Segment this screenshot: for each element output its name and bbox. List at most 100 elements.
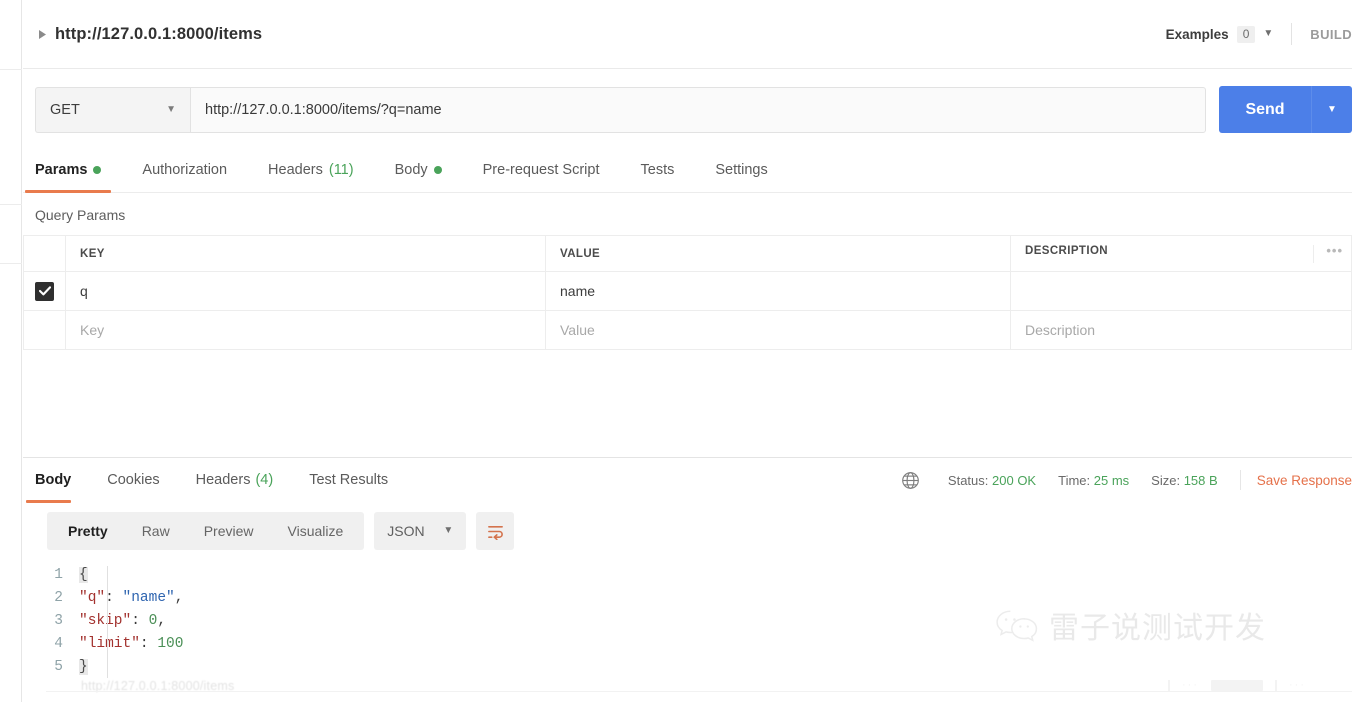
- tab-label: Tests: [641, 162, 675, 178]
- divider: [1291, 23, 1292, 45]
- globe-icon[interactable]: [901, 471, 920, 490]
- build-button[interactable]: BUILD: [1310, 27, 1352, 42]
- view-visualize[interactable]: Visualize: [271, 512, 361, 550]
- status-label: Status:: [948, 473, 988, 488]
- table-row-placeholder[interactable]: Key Value Description: [24, 311, 1352, 350]
- chevron-down-icon[interactable]: ▼: [166, 105, 176, 115]
- code-line: 4 "limit": 100: [47, 633, 1352, 656]
- row-checkbox-cell-empty[interactable]: [24, 311, 66, 350]
- line-content: {: [79, 564, 1352, 587]
- line-content: "q": "name",: [79, 587, 1352, 610]
- column-header-description-label: DESCRIPTION: [1025, 245, 1108, 257]
- response-tab-body[interactable]: Body: [35, 458, 71, 502]
- line-content: }: [79, 656, 1352, 679]
- http-method-select[interactable]: GET ▼: [35, 87, 190, 133]
- bulk-edit-dots-icon[interactable]: •••: [1326, 245, 1343, 257]
- send-button[interactable]: Send: [1219, 86, 1311, 133]
- send-options-chevron-down-icon[interactable]: ▼: [1311, 86, 1352, 133]
- query-params-title: Query Params: [23, 193, 1352, 235]
- response-tab-cookies[interactable]: Cookies: [107, 458, 159, 502]
- save-response-button[interactable]: Save Response: [1257, 473, 1352, 488]
- bottom-ghost-controls: ··· ···: [1168, 679, 1306, 691]
- response-body-code[interactable]: 1 { 2 "q": "name", 3 "skip": 0, 4 "limit…: [23, 564, 1352, 679]
- tab-pre-request-script[interactable]: Pre-request Script: [483, 148, 621, 192]
- page-title: http://127.0.0.1:8000/items: [55, 25, 262, 44]
- column-header-value: VALUE: [546, 236, 1011, 272]
- request-tabs: Params Authorization Headers (11) Body P…: [23, 149, 1352, 193]
- json-string: "name": [123, 590, 175, 606]
- tab-tests[interactable]: Tests: [641, 148, 696, 192]
- request-titlebar: http://127.0.0.1:8000/items Examples 0 ▼…: [23, 0, 1352, 69]
- line-content: "limit": 100: [79, 633, 1352, 656]
- code-line: 1 {: [47, 564, 1352, 587]
- line-number: 1: [47, 564, 79, 587]
- response-pane: Body Cookies Headers (4) Test Results: [23, 458, 1352, 702]
- checkbox-checked-icon[interactable]: [35, 282, 54, 301]
- response-status-bar: Status: 200 OK Time: 25 ms Size: 158 B S…: [901, 470, 1352, 490]
- tab-authorization[interactable]: Authorization: [142, 148, 248, 192]
- new-description-input[interactable]: Description: [1011, 311, 1352, 350]
- row-key-cell[interactable]: q: [66, 272, 546, 311]
- tab-settings[interactable]: Settings: [715, 148, 788, 192]
- divider: [1313, 245, 1314, 263]
- response-body-toolbar: Pretty Raw Preview Visualize JSON ▼: [23, 502, 1352, 550]
- code-line: 2 "q": "name",: [47, 587, 1352, 610]
- tab-count: (11): [329, 162, 354, 178]
- url-bar: GET ▼ http://127.0.0.1:8000/items/?q=nam…: [23, 69, 1352, 149]
- body-view-switcher: Pretty Raw Preview Visualize: [47, 512, 364, 550]
- tab-headers[interactable]: Headers (11): [268, 148, 375, 192]
- line-number: 3: [47, 610, 79, 633]
- view-raw[interactable]: Raw: [125, 512, 187, 550]
- wrap-lines-icon[interactable]: [476, 512, 514, 550]
- view-preview[interactable]: Preview: [187, 512, 271, 550]
- modified-dot-icon: [434, 166, 442, 174]
- tab-label: Body: [35, 472, 71, 488]
- json-number: 100: [157, 636, 183, 652]
- tab-label: Settings: [715, 162, 767, 178]
- status-badge: Status: 200 OK: [948, 473, 1036, 488]
- tab-label: Authorization: [142, 162, 227, 178]
- line-content: "skip": 0,: [79, 610, 1352, 633]
- body-format-select[interactable]: JSON ▼: [374, 512, 466, 550]
- modified-dot-icon: [93, 166, 101, 174]
- query-params-table: KEY VALUE ••• DESCRIPTION: [23, 235, 1352, 350]
- line-number: 2: [47, 587, 79, 610]
- line-number: 4: [47, 633, 79, 656]
- postman-request-view: http://127.0.0.1:8000/items Examples 0 ▼…: [0, 0, 1352, 702]
- tab-label: Pre-request Script: [483, 162, 600, 178]
- request-url-input[interactable]: http://127.0.0.1:8000/items/?q=name: [190, 87, 1206, 133]
- json-key: "skip": [79, 613, 131, 629]
- status-value: 200 OK: [992, 473, 1036, 488]
- new-value-input[interactable]: Value: [546, 311, 1011, 350]
- table-row[interactable]: q name: [24, 272, 1352, 311]
- json-key: "q": [79, 590, 105, 606]
- examples-dropdown[interactable]: Examples 0 ▼: [1166, 26, 1274, 43]
- code-line: 5 }: [47, 656, 1352, 679]
- row-value-cell[interactable]: name: [546, 272, 1011, 311]
- response-tab-headers[interactable]: Headers (4): [196, 458, 274, 502]
- row-checkbox-cell[interactable]: [24, 272, 66, 311]
- table-header-row: KEY VALUE ••• DESCRIPTION: [24, 236, 1352, 272]
- column-header-select-all: [24, 236, 66, 272]
- view-pretty[interactable]: Pretty: [51, 512, 125, 550]
- column-header-key: KEY: [66, 236, 546, 272]
- tab-label: Headers: [268, 162, 323, 178]
- response-tabs: Body Cookies Headers (4) Test Results: [23, 458, 1352, 502]
- triangle-right-icon[interactable]: [35, 27, 49, 41]
- response-tab-test-results[interactable]: Test Results: [309, 458, 388, 502]
- body-format-value: JSON: [387, 523, 424, 539]
- line-number: 5: [47, 656, 79, 679]
- size-label: Size:: [1151, 473, 1180, 488]
- bottom-divider: [46, 691, 1352, 692]
- tab-params[interactable]: Params: [35, 148, 122, 192]
- new-key-input[interactable]: Key: [66, 311, 546, 350]
- request-url-value: http://127.0.0.1:8000/items/?q=name: [205, 102, 442, 118]
- request-content-column: http://127.0.0.1:8000/items Examples 0 ▼…: [23, 0, 1352, 702]
- time-value: 25 ms: [1094, 473, 1129, 488]
- chevron-down-icon[interactable]: ▼: [443, 526, 453, 536]
- tab-count: (4): [255, 472, 273, 488]
- row-description-cell[interactable]: [1011, 272, 1352, 311]
- tab-body[interactable]: Body: [395, 148, 463, 192]
- chevron-down-icon[interactable]: ▼: [1263, 29, 1273, 39]
- sidebar-edge: [0, 0, 22, 702]
